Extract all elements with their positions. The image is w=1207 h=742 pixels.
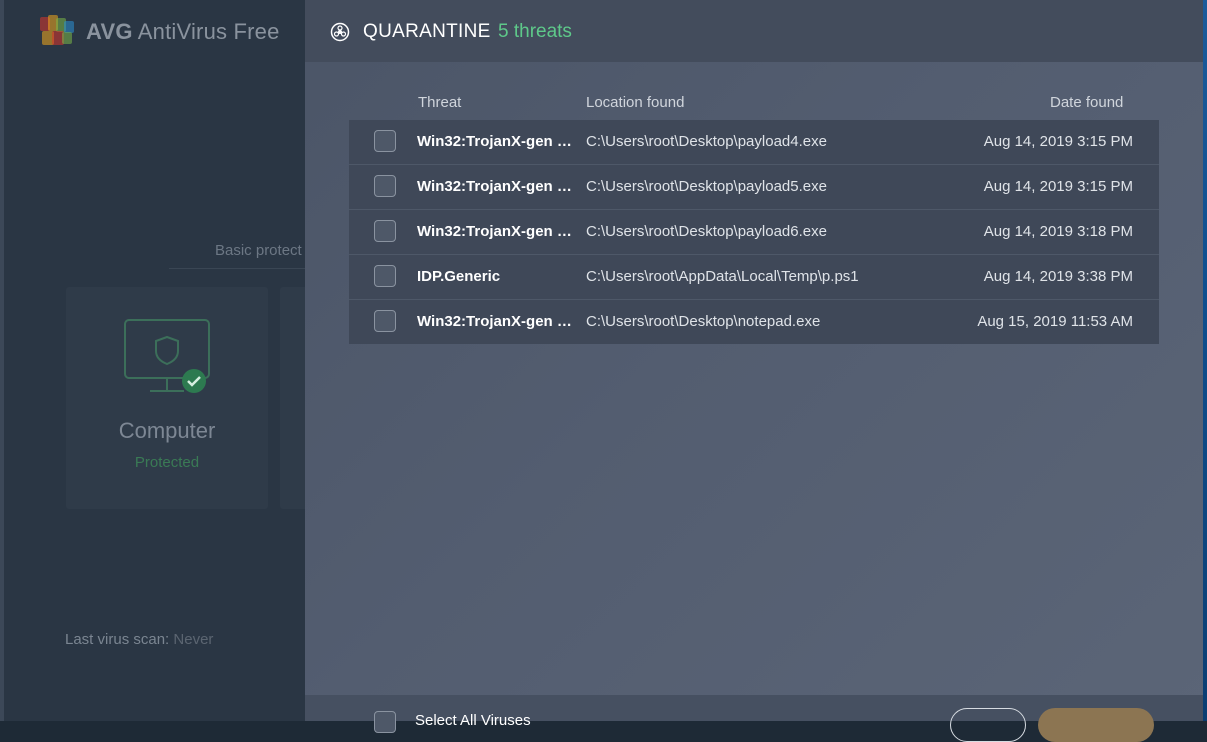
basic-protection-label: Basic protect [215, 242, 302, 259]
brand-label: AVG [86, 19, 133, 44]
table-row[interactable]: Win32:TrojanX-gen [Trj] C:\Users\root\De… [349, 300, 1159, 344]
column-header-date[interactable]: Date found [1050, 94, 1123, 111]
threat-count: 5 threats [498, 21, 572, 42]
row-checkbox[interactable] [374, 220, 396, 242]
threat-date: Aug 14, 2019 3:15 PM [983, 178, 1133, 195]
divider [169, 268, 309, 269]
avg-logo-icon [38, 15, 78, 49]
last-scan-info: Last virus scan: Never [65, 631, 213, 648]
card-status: Protected [134, 454, 200, 471]
computer-card[interactable]: Computer Protected [66, 287, 268, 509]
table-row[interactable]: Win32:TrojanX-gen [Trj] C:\Users\root\De… [349, 120, 1159, 165]
product-label: AntiVirus Free [137, 19, 280, 44]
threat-name: Win32:TrojanX-gen [Trj] [417, 133, 573, 150]
threat-date: Aug 14, 2019 3:38 PM [983, 268, 1133, 285]
app-title: AVG AntiVirus Free [38, 14, 280, 50]
row-checkbox[interactable] [374, 130, 396, 152]
threat-name: Win32:TrojanX-gen [Trj] [417, 313, 573, 330]
threat-location: C:\Users\root\Desktop\payload6.exe [586, 223, 827, 240]
app-name: AVG AntiVirus Free [86, 19, 280, 45]
primary-button[interactable] [1038, 708, 1154, 742]
secondary-button[interactable] [950, 708, 1026, 742]
threat-date: Aug 15, 2019 11:53 AM [977, 313, 1133, 330]
column-header-location[interactable]: Location found [586, 94, 684, 111]
desktop-background [1203, 0, 1207, 721]
threat-name: IDP.Generic [417, 268, 501, 285]
threat-location: C:\Users\root\Desktop\notepad.exe [586, 313, 821, 330]
column-header-threat[interactable]: Threat [418, 94, 461, 111]
threat-date: Aug 14, 2019 3:15 PM [983, 133, 1133, 150]
table-row[interactable]: IDP.Generic C:\Users\root\AppData\Local\… [349, 255, 1159, 300]
row-checkbox[interactable] [374, 265, 396, 287]
threat-date: Aug 14, 2019 3:18 PM [983, 223, 1133, 240]
select-all-checkbox[interactable] [374, 711, 396, 733]
quarantine-title: QUARANTINE [363, 21, 491, 42]
threat-location: C:\Users\root\Desktop\payload4.exe [586, 133, 827, 150]
threat-location: C:\Users\root\AppData\Local\Temp\p.ps1 [586, 268, 859, 285]
quarantine-header: QUARANTINE 5 threats [305, 0, 1203, 62]
last-scan-value: Never [173, 631, 214, 648]
table-row[interactable]: Win32:TrojanX-gen [Trj] C:\Users\root\De… [349, 210, 1159, 255]
threat-location: C:\Users\root\Desktop\payload5.exe [586, 178, 827, 195]
row-checkbox[interactable] [374, 310, 396, 332]
threat-name: Win32:TrojanX-gen [Trj] [417, 178, 573, 195]
biohazard-icon [330, 22, 350, 42]
card-title: Computer [118, 418, 216, 443]
quarantine-footer: Select All Viruses [305, 695, 1203, 742]
threat-name: Win32:TrojanX-gen [Trj] [417, 223, 573, 240]
threat-table: Win32:TrojanX-gen [Trj] C:\Users\root\De… [349, 120, 1159, 344]
quarantine-panel: QUARANTINE 5 threats Threat Location fou… [305, 0, 1203, 742]
row-checkbox[interactable] [374, 175, 396, 197]
last-scan-label: Last virus scan: [65, 631, 170, 648]
monitor-shield-icon [124, 319, 210, 393]
table-row[interactable]: Win32:TrojanX-gen [Trj] C:\Users\root\De… [349, 165, 1159, 210]
